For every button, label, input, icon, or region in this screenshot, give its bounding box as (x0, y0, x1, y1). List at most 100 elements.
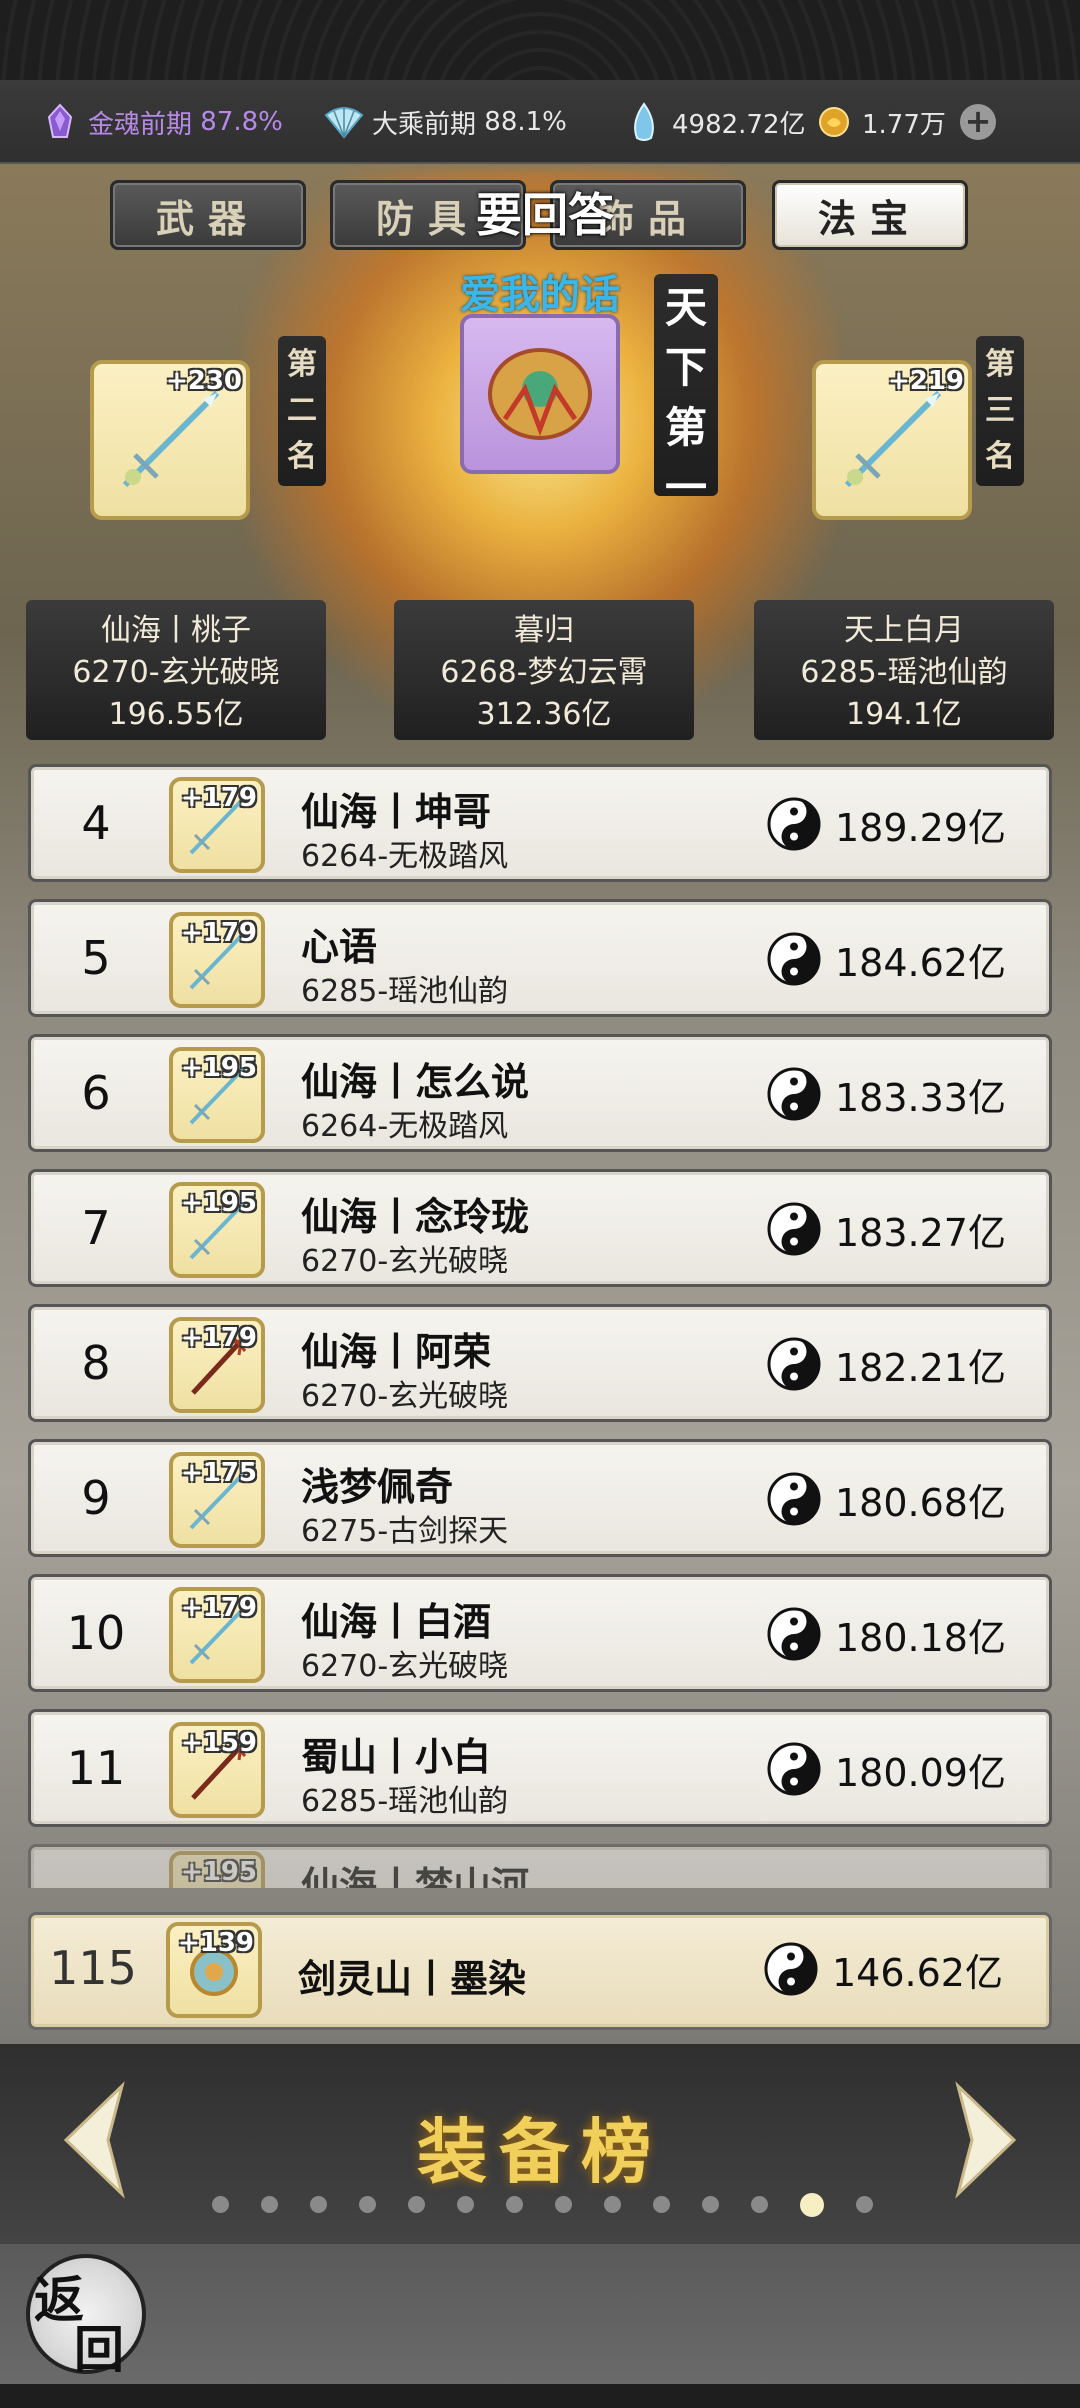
champion-title: 爱我的话 (460, 272, 620, 318)
spirit-stone-icon (624, 102, 664, 142)
ranking-row[interactable]: 11 +159 蜀山丨小白 6285-瑶池仙韵 180.09亿 (28, 1709, 1052, 1827)
item-slot[interactable]: +159 (169, 1722, 265, 1818)
first-place-info[interactable]: 暮归 6268-梦幻云霄 312.36亿 (394, 600, 694, 740)
item-slot[interactable]: +179 (169, 777, 265, 873)
overlay-caption: 要回答 (476, 188, 614, 242)
rank-number: 5 (81, 931, 111, 985)
page-dot[interactable] (212, 2196, 229, 2213)
equip-name: 6270-玄光破晓 (72, 655, 280, 690)
gold-ingot-icon (814, 102, 854, 142)
item-slot[interactable]: +179 (169, 912, 265, 1008)
ranking-row[interactable]: 9 +175 浅梦佩奇 6275-古剑探天 180.68亿 (28, 1439, 1052, 1557)
rank-number: 9 (81, 1471, 111, 1525)
tab-treasure[interactable]: 法宝 (772, 180, 968, 250)
page-dot[interactable] (506, 2196, 523, 2213)
rank-number: 4 (81, 796, 111, 850)
realm-label: 大乘前期 (372, 109, 477, 140)
power-value: 180.09亿 (835, 1751, 1006, 1795)
ranking-row[interactable]: +195 仙海丨梦山河 (28, 1844, 1052, 1888)
page-dot[interactable] (604, 2196, 621, 2213)
rank-number: 6 (81, 1066, 111, 1120)
page-dot[interactable] (751, 2196, 768, 2213)
gold-value: 1.77万 (862, 109, 946, 140)
player-name: 仙海丨念玲珑 (301, 1195, 530, 1239)
item-level: +179 (180, 1593, 257, 1623)
equip-name: 6268-梦幻云霄 (440, 655, 648, 690)
item-slot[interactable]: +139 (166, 1922, 262, 2018)
item-slot[interactable]: +179 (169, 1317, 265, 1413)
item-slot[interactable]: +195 (169, 1047, 265, 1143)
page-dot[interactable] (310, 2196, 327, 2213)
item-slot[interactable]: +195 (169, 1851, 265, 1888)
player-name: 仙海丨怎么说 (301, 1060, 530, 1104)
equip-name: 6285-瑶池仙韵 (301, 1784, 509, 1819)
yin-yang-icon (767, 1472, 821, 1526)
yin-yang-icon (764, 1942, 818, 1996)
page-dot[interactable] (359, 2196, 376, 2213)
soul-value: 87.8% (200, 107, 283, 137)
equip-name: 6264-无极踏风 (301, 839, 509, 874)
page-dot[interactable] (408, 2196, 425, 2213)
third-place-banner: 第三名 (976, 336, 1024, 486)
ranking-row[interactable]: 8 +179 仙海丨阿荣 6270-玄光破晓 182.21亿 (28, 1304, 1052, 1422)
page-indicator (212, 2193, 873, 2220)
item-level: +179 (180, 783, 257, 813)
ranking-row[interactable]: 7 +195 仙海丨念玲珑 6270-玄光破晓 183.27亿 (28, 1169, 1052, 1287)
page-dot[interactable] (457, 2196, 474, 2213)
bottom-decor (0, 2384, 1080, 2408)
third-place-info[interactable]: 天上白月 6285-瑶池仙韵 194.1亿 (754, 600, 1054, 740)
second-place-info[interactable]: 仙海丨桃子 6270-玄光破晓 196.55亿 (26, 600, 326, 740)
equip-name: 6270-玄光破晓 (301, 1244, 509, 1279)
item-slot[interactable]: +195 (169, 1182, 265, 1278)
power-value: 182.21亿 (835, 1346, 1006, 1390)
item-slot[interactable]: +179 (169, 1587, 265, 1683)
footer-bar (0, 2244, 1080, 2384)
ranking-row[interactable]: 5 +179 心语 6285-瑶池仙韵 184.62亿 (28, 899, 1052, 1017)
ranking-row[interactable]: 4 +179 仙海丨坤哥 6264-无极踏风 189.29亿 (28, 764, 1052, 882)
tab-weapon[interactable]: 武器 (110, 180, 306, 250)
rank-number: 7 (81, 1201, 111, 1255)
page-dot[interactable] (800, 2193, 824, 2217)
page-dot[interactable] (653, 2196, 670, 2213)
item-slot[interactable]: +175 (169, 1452, 265, 1548)
realm-stat: 大乘前期 88.1% (324, 100, 567, 144)
second-place-item[interactable]: +230 (90, 360, 250, 520)
page-dot[interactable] (856, 2196, 873, 2213)
item-level: +159 (180, 1728, 257, 1758)
player-name: 暮归 (514, 613, 574, 648)
spirit-stat: 4982.72亿 (624, 100, 806, 144)
add-currency-button[interactable]: + (960, 104, 996, 140)
prev-arrow-icon[interactable] (56, 2080, 136, 2200)
power-value: 146.62亿 (832, 1951, 1003, 1995)
page-title: 装备榜 (417, 2110, 663, 2193)
page-dot[interactable] (555, 2196, 572, 2213)
my-row-content: 115 +139 剑灵山丨墨染 146.62亿 (28, 1912, 1052, 2030)
ranking-row[interactable]: 6 +195 仙海丨怎么说 6264-无极踏风 183.33亿 (28, 1034, 1052, 1152)
next-arrow-icon[interactable] (944, 2080, 1024, 2200)
resource-bar: 金魂前期 87.8% 大乘前期 88.1% 4982.72亿 1.77万 + (0, 80, 1080, 164)
rank-number: 115 (49, 1941, 137, 1995)
third-place-item[interactable]: +219 (812, 360, 972, 520)
ranking-row-partial[interactable]: +195 仙海丨梦山河 (28, 1844, 1052, 1888)
soul-stat: 金魂前期 87.8% (40, 100, 283, 144)
equip-name: 6285-瑶池仙韵 (800, 655, 1008, 690)
item-level: +219 (887, 366, 964, 396)
first-place-item[interactable] (460, 314, 620, 474)
ranking-row[interactable]: 10 +179 仙海丨白酒 6270-玄光破晓 180.18亿 (28, 1574, 1052, 1692)
item-level: +195 (180, 1188, 257, 1218)
page-dot[interactable] (702, 2196, 719, 2213)
back-label-bottom: 回 (74, 2320, 124, 2379)
player-name: 天上白月 (844, 613, 964, 648)
back-button[interactable]: 返 回 (26, 2254, 146, 2379)
power-value: 180.18亿 (835, 1616, 1006, 1660)
player-name: 仙海丨白酒 (301, 1600, 492, 1644)
player-name: 仙海丨阿荣 (301, 1330, 492, 1374)
realm-value: 88.1% (484, 107, 567, 137)
item-level: +139 (177, 1928, 254, 1958)
item-level: +230 (165, 366, 242, 396)
player-name: 心语 (301, 925, 378, 969)
player-name: 仙海丨梦山河 (301, 1864, 530, 1888)
treasure-icon (488, 348, 592, 440)
my-ranking-row[interactable]: 115 +139 剑灵山丨墨染 146.62亿 (28, 1912, 1052, 2030)
page-dot[interactable] (261, 2196, 278, 2213)
